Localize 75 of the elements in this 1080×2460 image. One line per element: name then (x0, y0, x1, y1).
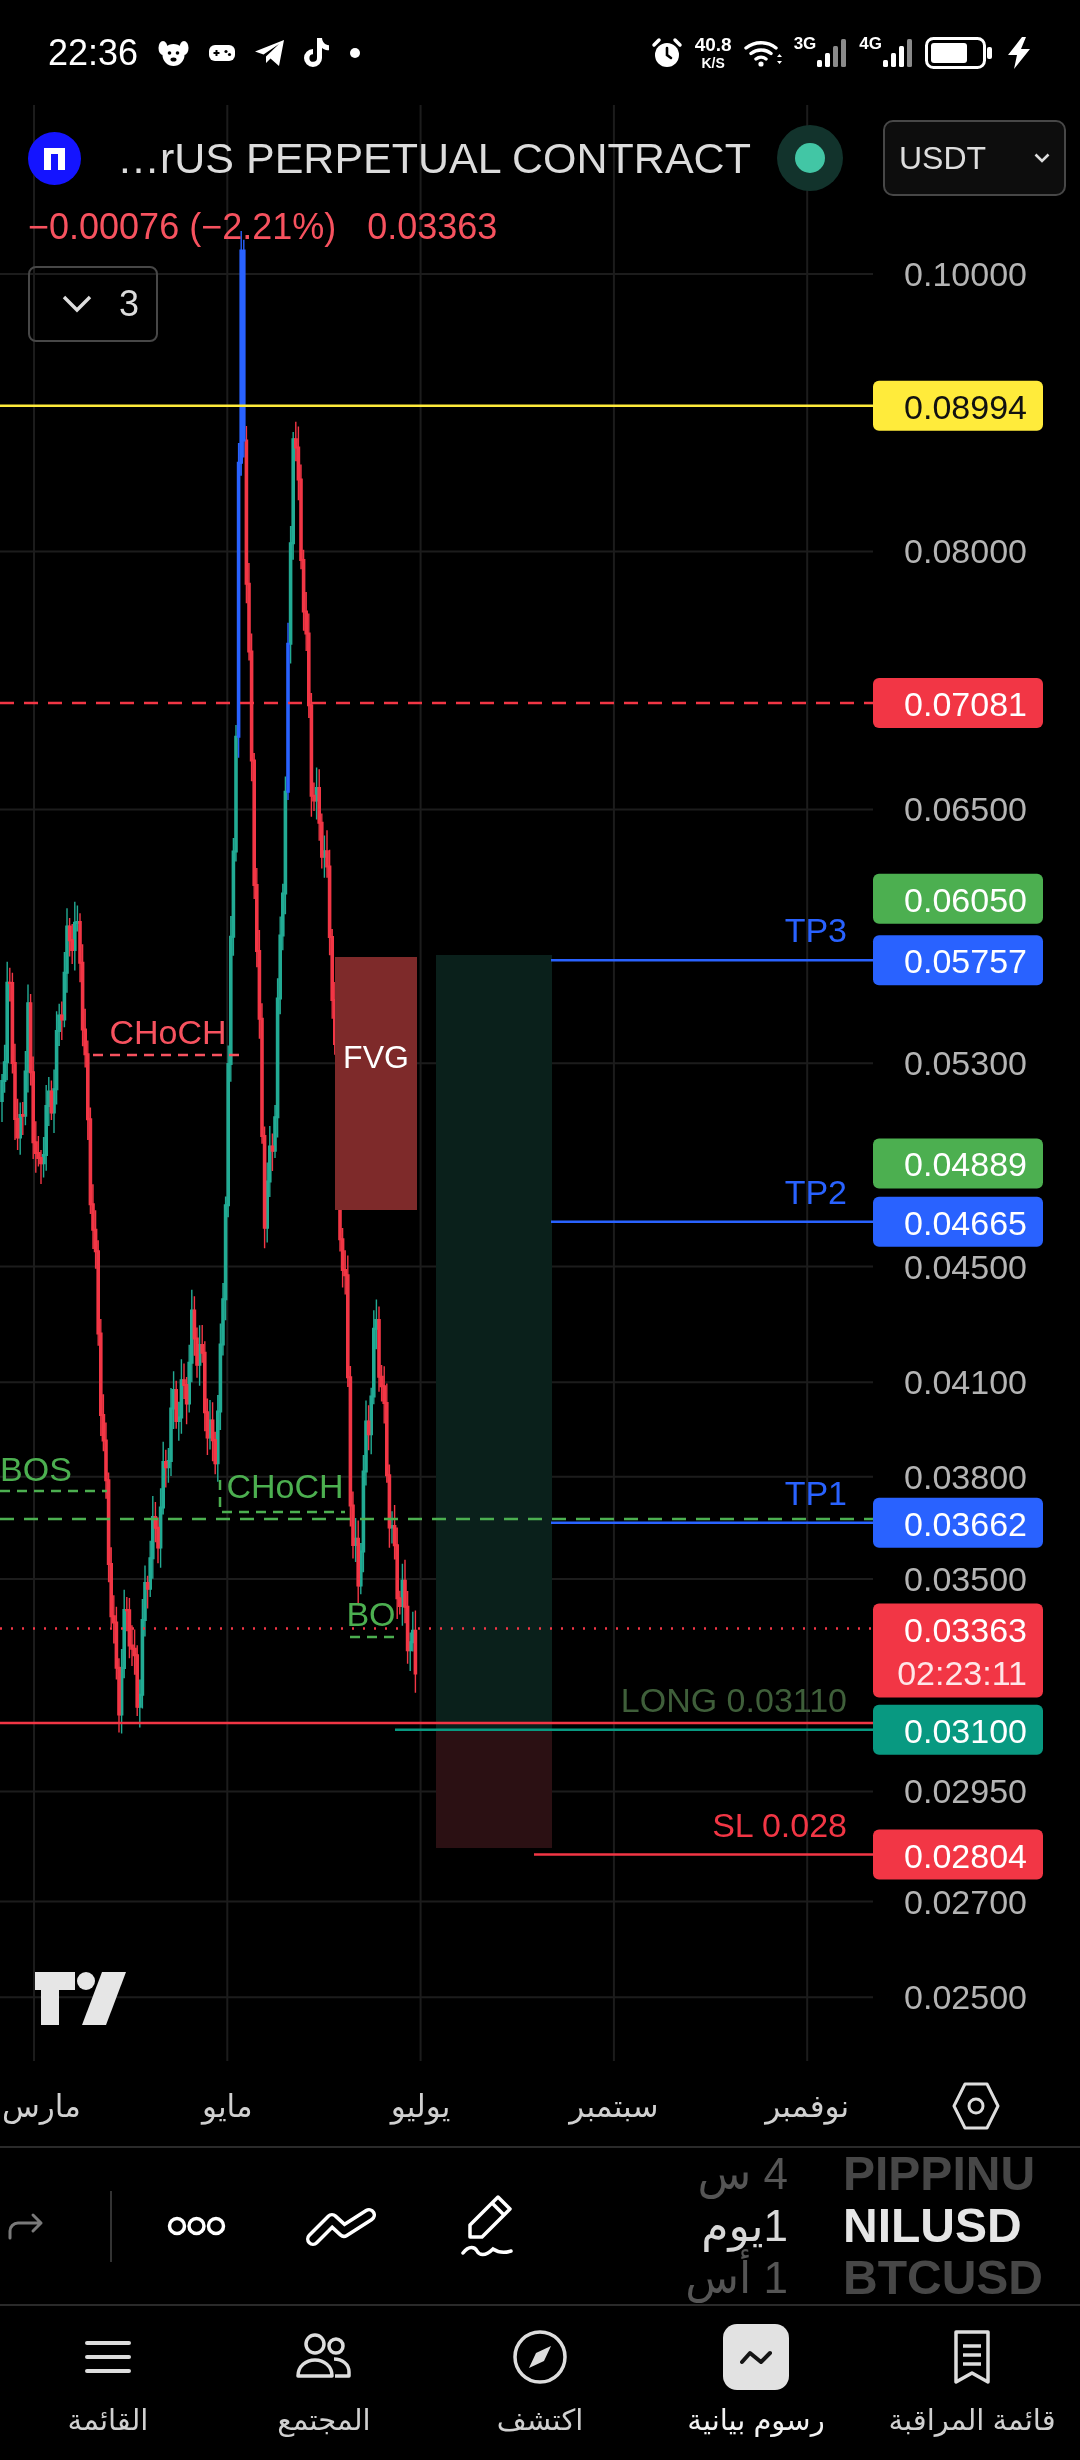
structure-label: BO (346, 1595, 396, 1633)
market-status-icon (776, 125, 843, 191)
price-axis-label: 0.02500 (904, 1978, 1027, 2017)
price-label: 0.02804 (873, 1829, 1043, 1880)
price-label: 0.05757 (873, 935, 1043, 986)
price-axis-label: 0.06500 (904, 790, 1027, 829)
take-profit-label: TP3 (784, 911, 847, 950)
symbol-title: …rUS PERPETUAL CONTRACT (117, 133, 751, 183)
indicators-toggle-button[interactable]: 3 (28, 266, 158, 342)
network-type: 4G (859, 34, 882, 52)
last-price: 0.03363 (367, 207, 498, 247)
price-label: 0.08994 (873, 380, 1043, 431)
price-label: 0.06050 (873, 873, 1043, 924)
gamepad-icon (209, 43, 236, 62)
take-profit-label: TP2 (784, 1172, 847, 1211)
network-type: 3G (793, 34, 817, 52)
price-axis-label: 0.03500 (904, 1559, 1027, 1598)
time-axis-label: مايو (201, 2088, 253, 2124)
price-axis-label: 0.04100 (904, 1363, 1027, 1402)
structure-label: CHoCH (226, 1467, 344, 1505)
price-label: 0.04889 (873, 1138, 1043, 1189)
stop-loss-label: SL 0.028 (712, 1805, 847, 1844)
last-price-label: 0.03363 02:23:11 (873, 1603, 1043, 1698)
settings-icon[interactable] (952, 2082, 1000, 2130)
chart-wave-icon (723, 2324, 789, 2390)
price-label: 0.03100 (873, 1704, 1043, 1755)
price-label: 0.03662 (873, 1497, 1043, 1548)
currency-dropdown[interactable]: USDT (883, 120, 1066, 196)
more-button[interactable] (167, 2216, 226, 2236)
nav-tab[interactable]: رسوم بيانية (648, 2306, 864, 2460)
price-label: 0.07081 (873, 678, 1043, 729)
symbol-option[interactable]: NILUSD (843, 2200, 1022, 2252)
price-axis-label: 0.10000 (904, 255, 1027, 293)
nav-tab[interactable]: القائمة (0, 2306, 216, 2460)
price-change: −0.00076 (−2.21%) (28, 207, 337, 247)
chart-logo-icon (35, 1972, 126, 2025)
signal-icon (817, 38, 848, 67)
speed-unit: K/S (701, 56, 725, 70)
price-axis-label: 0.08000 (904, 532, 1027, 571)
time-axis-label: سبتمبر (569, 2088, 659, 2124)
price-axis-label: 0.03800 (904, 1457, 1027, 1496)
music-note-icon (304, 37, 331, 68)
structure-label: BOS (0, 1450, 72, 1488)
price-label: 0.04665 (873, 1196, 1043, 1247)
nav-tab[interactable]: المجتمع (216, 2306, 432, 2460)
zigzag-lines-icon (306, 2205, 376, 2247)
nav-tab[interactable]: اكتشف (432, 2306, 648, 2460)
dot-icon (350, 47, 361, 58)
time-axis-label: نوفمبر (765, 2088, 850, 2124)
paper-plane-icon (255, 39, 285, 66)
nav-tab[interactable]: قائمة المراقبة (864, 2306, 1080, 2460)
price-axis-label: 0.02950 (904, 1772, 1027, 1811)
chevron-down-icon (62, 295, 92, 313)
position-label: LONG 0.03110 (620, 1680, 847, 1719)
trend-line-tool-button[interactable] (306, 2205, 376, 2247)
brush-tool-button[interactable] (458, 2193, 515, 2259)
price-axis-label: 0.05300 (904, 1044, 1027, 1083)
network-speed: 40.8 (694, 35, 732, 54)
coin-logo-icon (28, 131, 81, 185)
chevron-down-icon (1034, 153, 1050, 163)
signal-icon (883, 38, 913, 67)
fair-value-gap-label: FVG (343, 1039, 409, 1075)
more-icon (167, 2216, 226, 2236)
price-axis-label: 0.02700 (904, 1882, 1027, 1921)
clock-time: 22:36 (48, 31, 139, 74)
time-axis-label: يوليو (390, 2088, 451, 2124)
redo-arrow-icon (7, 2212, 45, 2240)
price-axis-label: 0.04500 (904, 1247, 1027, 1286)
pencil-icon (458, 2193, 515, 2259)
battery-icon (925, 36, 993, 69)
lightning-bolt-icon (1005, 36, 1033, 69)
structure-label: CHoCH (109, 1013, 227, 1051)
time-axis-label: مارس (2, 2088, 81, 2124)
take-profit-label: TP1 (784, 1473, 847, 1512)
alarm-clock-icon (650, 36, 683, 69)
